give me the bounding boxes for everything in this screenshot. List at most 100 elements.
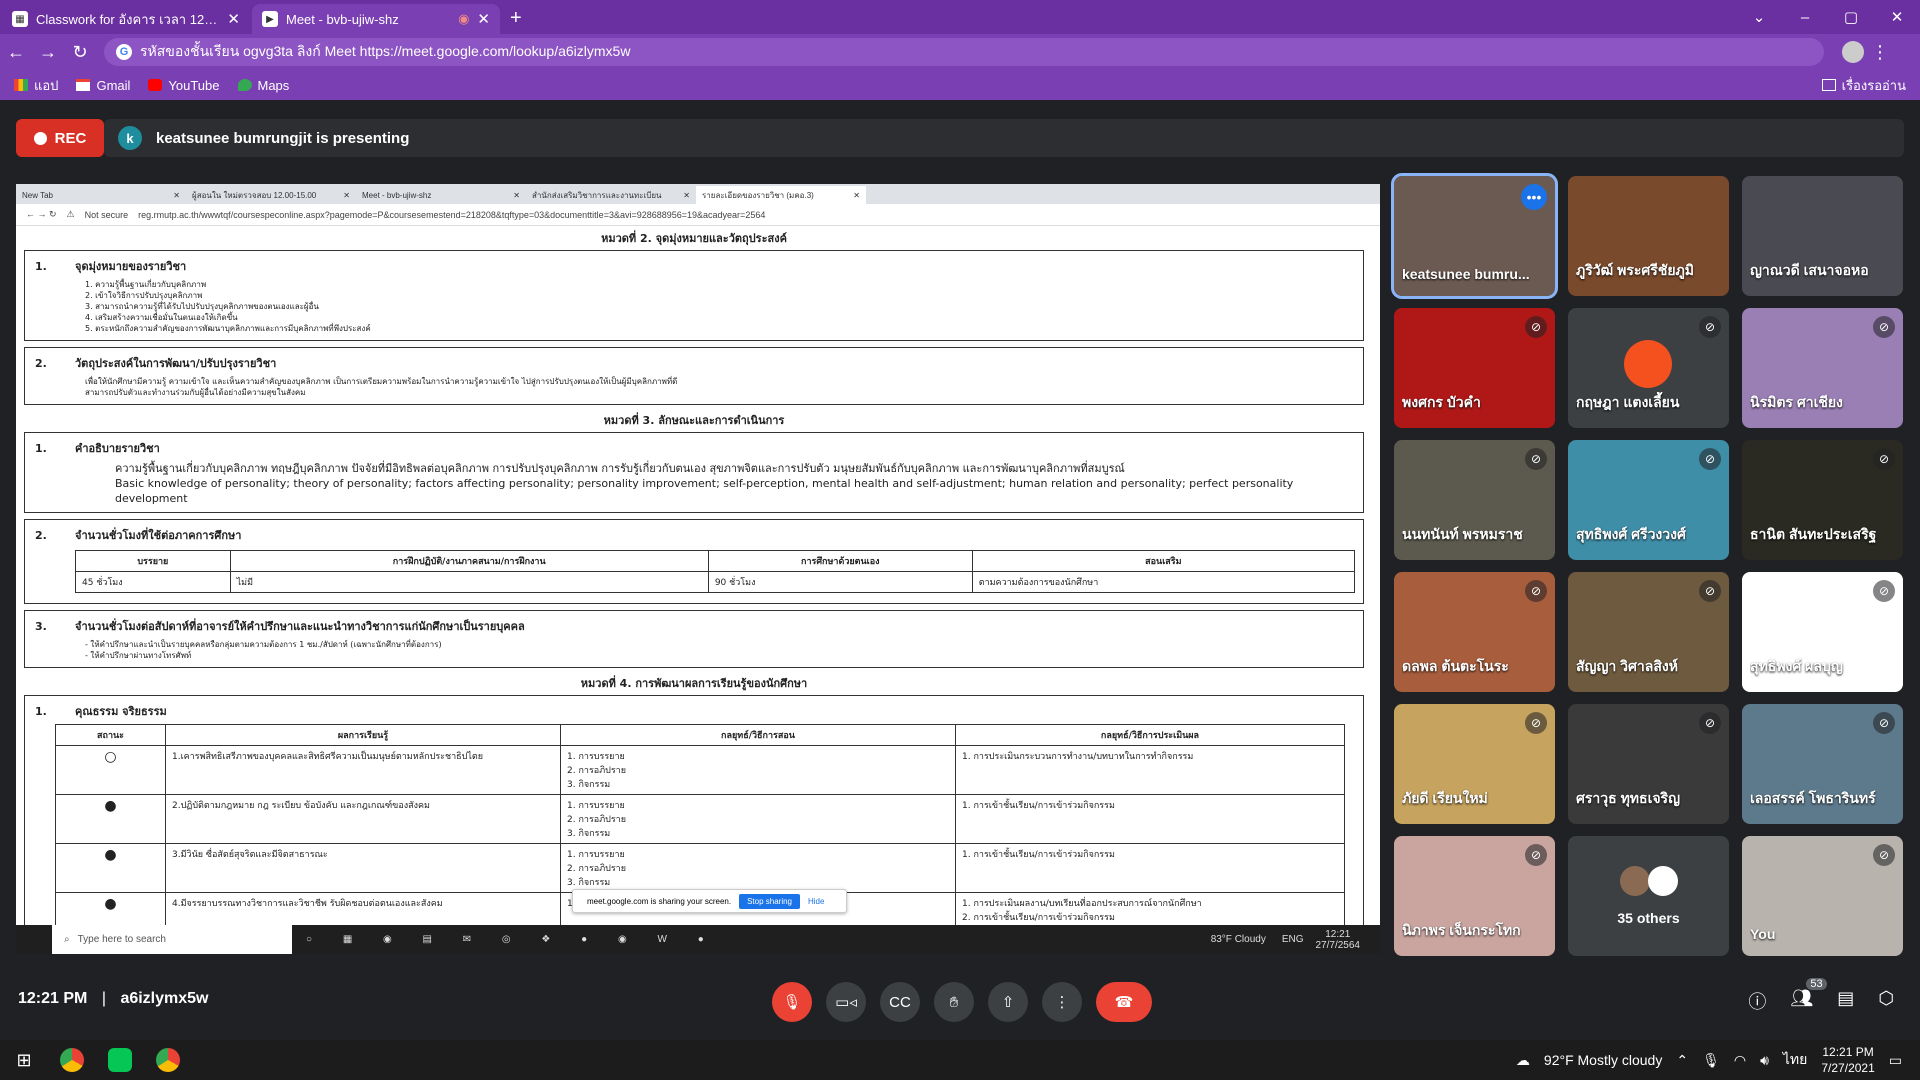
shared-browser-tabs: New Tab ✕ ผู้สอนใน ใหม่ตรวจสอบ 12.00-15.0…: [16, 184, 1380, 204]
tab-search-icon[interactable]: ⌄: [1736, 8, 1782, 26]
meet-control-bar: 12:21 PM | a6izlymx5w 🎙︎ ▭◃ CC ✋︎ ⇧ ⋮ ☎︎…: [0, 970, 1920, 1040]
shared-tab: New Tab ✕: [22, 190, 180, 200]
participant-tile[interactable]: ⊘ กฤษฎา แตงเลี้ยน: [1568, 308, 1729, 428]
reading-list[interactable]: เรื่องรออ่าน: [1821, 70, 1906, 100]
camera-toggle-button[interactable]: ▭◃: [826, 982, 866, 1022]
more-options-button[interactable]: ⋮: [1042, 982, 1082, 1022]
window-controls: ⌄ – ▢ ✕: [1736, 0, 1920, 34]
profile-avatar[interactable]: [1842, 41, 1864, 63]
mic-off-icon: ⊘: [1699, 712, 1721, 734]
participant-tile[interactable]: ⊘ ภัยดี เรียนใหม่: [1394, 704, 1555, 824]
hide-button[interactable]: Hide: [808, 897, 824, 906]
mic-off-icon: ⊘: [1873, 448, 1895, 470]
avatar: [1620, 866, 1650, 896]
notification-icon[interactable]: ▭: [1889, 1052, 1902, 1069]
chevron-up-icon[interactable]: ⌃: [1676, 1052, 1688, 1069]
participant-tile[interactable]: ⊘ ดลพล ต้นตะโนระ: [1394, 572, 1555, 692]
participant-tile[interactable]: ⊘ สุทธิพงศ์ ศรีวงวงศ์: [1568, 440, 1729, 560]
table-row: ● 2.ปฏิบัติตามกฎหมาย กฎ ระเบียบ ข้อบังคั…: [55, 794, 1345, 844]
participant-tile[interactable]: ⊘ นิภาพร เจ็นกระโทก: [1394, 836, 1555, 956]
mic-off-icon: ⊘: [1525, 844, 1547, 866]
section-2-2: 2. วัตถุประสงค์ในการพัฒนา/ปรับปรุงรายวิชา…: [24, 347, 1364, 405]
browser-toolbar: ← → ↻ G รหัสของชั้นเรียน ogvg3ta ลิงก์ M…: [0, 34, 1920, 70]
leave-call-button[interactable]: ☎︎: [1096, 982, 1152, 1022]
shared-tab: ผู้สอนใน ใหม่ตรวจสอบ 12.00-15.00 ✕: [192, 190, 350, 200]
participant-tile[interactable]: ⊘ สัญญา วิศาลสิงห์: [1568, 572, 1729, 692]
close-window-button[interactable]: ✕: [1874, 8, 1920, 26]
others-tile[interactable]: 35 others: [1568, 836, 1729, 956]
apps-grid-icon: [14, 79, 28, 91]
google-icon: G: [116, 44, 132, 60]
activities-icon[interactable]: ⬡: [1878, 988, 1894, 1014]
stop-sharing-button[interactable]: Stop sharing: [739, 893, 800, 909]
recording-badge[interactable]: REC: [16, 119, 104, 157]
close-tab-icon[interactable]: ✕: [227, 10, 240, 28]
chat-icon[interactable]: ▤: [1837, 988, 1854, 1014]
participant-tile[interactable]: ⊘ นิรมิตร ศาเชียง: [1742, 308, 1903, 428]
mic-toggle-button[interactable]: 🎙︎: [772, 982, 812, 1022]
mic-off-icon: ⊘: [1525, 448, 1547, 470]
participant-tile[interactable]: ⊘ เลอสรรค์ โพธารินทร์: [1742, 704, 1903, 824]
back-icon[interactable]: ←: [0, 42, 32, 63]
mic-off-icon: ⊘: [1699, 316, 1721, 338]
chrome-app-icon[interactable]: [144, 1040, 192, 1080]
section-3-1: 1. คำอธิบายรายวิชา ความรู้พื้นฐานเกี่ยวกั…: [24, 432, 1364, 513]
address-bar[interactable]: G รหัสของชั้นเรียน ogvg3ta ลิงก์ Meet ht…: [104, 38, 1824, 66]
minimize-button[interactable]: –: [1782, 9, 1828, 26]
participant-tile[interactable]: ⊘ สุทธิพงศ์ ผลบุญ: [1742, 572, 1903, 692]
captions-button[interactable]: CC: [880, 982, 920, 1022]
forward-icon[interactable]: →: [32, 42, 64, 63]
windows-start-icon[interactable]: ⊞: [0, 1050, 48, 1071]
tab-classwork[interactable]: ▦ Classwork for อังคาร เวลา 12.00-15.00 …: [2, 4, 250, 34]
people-icon[interactable]: 👥︎ 53: [1790, 978, 1827, 1014]
maximize-button[interactable]: ▢: [1828, 8, 1874, 26]
table-row: ○ 1.เคารพสิทธิเสรีภาพของบุคคลและสิทธิศรี…: [55, 745, 1345, 795]
bookmark-maps[interactable]: Maps: [237, 78, 289, 93]
participant-tile[interactable]: ⊘ ศราวุธ ทุทธเจริญ: [1568, 704, 1729, 824]
screen-share-notice: meet.google.com is sharing your screen. …: [572, 889, 847, 913]
self-tile[interactable]: ⊘ You: [1742, 836, 1903, 956]
shared-tab: สำนักส่งเสริมวิชาการและงานทะเบียน ✕: [532, 190, 690, 200]
section-3-2: 2. จำนวนชั่วโมงที่ใช้ต่อภาคการศึกษา บรรยา…: [24, 519, 1364, 604]
raise-hand-button[interactable]: ✋︎: [934, 982, 974, 1022]
participant-tile[interactable]: ญาณวดี เสนาจอหอ: [1742, 176, 1903, 296]
meet-icon: ▶: [262, 11, 278, 27]
shared-tab: Meet - bvb-ujiw-shz ✕: [362, 190, 520, 200]
mic-icon: 🎙︎: [1702, 1051, 1720, 1068]
participant-tile[interactable]: ••• keatsunee bumru...: [1391, 173, 1558, 299]
mic-off-icon: ⊘: [1873, 712, 1895, 734]
mic-off-icon: ⊘: [1525, 316, 1547, 338]
shared-screen: New Tab ✕ ผู้สอนใน ใหม่ตรวจสอบ 12.00-15.0…: [16, 184, 1380, 954]
participant-tile[interactable]: ⊘ ธานิต สันทะประเสริฐ: [1742, 440, 1903, 560]
presenting-banner: k keatsunee bumrungjit is presenting: [104, 119, 1904, 157]
bookmark-youtube[interactable]: YouTube: [148, 78, 220, 93]
youtube-icon: [148, 79, 163, 91]
mic-off-icon: ⊘: [1699, 580, 1721, 602]
system-tray: ☁ 92°F Mostly cloudy ⌃ 🎙︎ ◠ 🔊︎ ไทย 12:21…: [1515, 1044, 1902, 1076]
wifi-icon[interactable]: ◠: [1734, 1052, 1746, 1069]
system-clock[interactable]: 12:21 PM 7/27/2021: [1821, 1044, 1874, 1076]
new-tab-button[interactable]: +: [510, 7, 522, 30]
participant-tile[interactable]: ⊘ พงศกร บัวคำ: [1394, 308, 1555, 428]
menu-icon[interactable]: ⋮: [1864, 42, 1896, 63]
section-2-1: 1. จุดมุ่งหมายของรายวิชา 1. ความรู้พื้นฐา…: [24, 250, 1364, 341]
tab-meet[interactable]: ▶ Meet - bvb-ujiw-shz ◉ ✕: [252, 4, 500, 34]
present-button[interactable]: ⇧: [988, 982, 1028, 1022]
warning-icon: ⚠: [66, 209, 75, 219]
weather-icon: ☁: [1515, 1051, 1530, 1068]
mic-off-icon: ⊘: [1873, 316, 1895, 338]
reload-icon[interactable]: ↻: [64, 42, 96, 63]
participant-tile[interactable]: ⊘ นนทนันท์ พรหมราช: [1394, 440, 1555, 560]
close-tab-icon[interactable]: ✕: [477, 10, 490, 28]
section-3-3: 3. จำนวนชั่วโมงต่อสัปดาห์ที่อาจารย์ให้คำป…: [24, 610, 1364, 668]
bookmark-gmail[interactable]: Gmail: [76, 78, 130, 93]
bookmark-apps[interactable]: แอป: [14, 75, 58, 96]
participant-tile[interactable]: ภูริวัฒ์ พระศรีชัยภูมิ: [1568, 176, 1729, 296]
chrome-app-icon[interactable]: [48, 1040, 96, 1080]
hours-table: บรรยาย การฝึกปฏิบัติ/งานภาคสนาม/การฝึกงา…: [75, 550, 1356, 593]
meeting-info-icon[interactable]: ⓘ: [1748, 988, 1766, 1014]
line-app-icon[interactable]: [96, 1040, 144, 1080]
shared-address-bar: ← → ↻ ⚠ Not secure reg.rmutp.ac.th/wwwtq…: [16, 204, 1380, 226]
more-options-icon[interactable]: •••: [1521, 184, 1547, 210]
volume-icon[interactable]: 🔊︎: [1760, 1052, 1769, 1069]
